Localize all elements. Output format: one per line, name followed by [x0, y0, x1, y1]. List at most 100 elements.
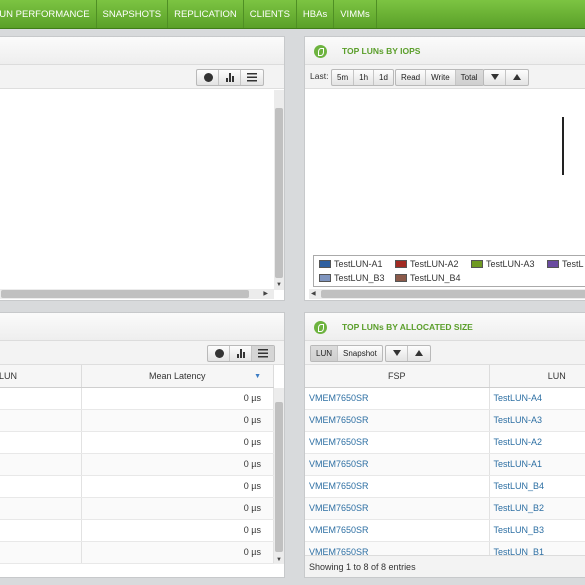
fsp-link[interactable]: VMEM7650SR — [309, 459, 369, 469]
latency-cell: 0 µs — [81, 497, 274, 520]
tab-hbas[interactable]: HBAs — [297, 0, 335, 28]
tab-clients[interactable]: CLIENTS — [244, 0, 297, 28]
fsp-link[interactable]: VMEM7650SR — [309, 393, 369, 403]
list-view-button[interactable] — [252, 346, 274, 361]
sort-desc-icon: ▼ — [254, 373, 261, 380]
tab-vimms[interactable]: VIMMs — [334, 0, 377, 28]
bar-view-button[interactable] — [230, 346, 252, 361]
top-nav: LUN PERFORMANCE SNAPSHOTS REPLICATION CL… — [0, 0, 585, 29]
latency-cell: 0 µs — [81, 453, 274, 476]
legend-item[interactable]: TestLUN-A3 — [471, 259, 535, 269]
lun-link[interactable]: TestLUN_B4 — [494, 481, 545, 491]
table-row[interactable]: 0 µs — [0, 475, 274, 498]
sort-button-group — [483, 69, 529, 86]
tab-replication[interactable]: REPLICATION — [168, 0, 244, 28]
list-icon — [258, 349, 268, 358]
fsp-link[interactable]: VMEM7650SR — [309, 415, 369, 425]
vertical-scrollbar[interactable]: ▼ — [274, 388, 284, 564]
panel-title: TOP LUNs BY IOPS — [342, 46, 421, 56]
table-row[interactable]: 0 µs — [0, 519, 274, 542]
sort-asc-button[interactable] — [506, 70, 528, 85]
table-row[interactable]: 0 µs — [0, 387, 274, 410]
tab-snapshots[interactable]: SNAPSHOTS — [97, 0, 169, 28]
table-row[interactable]: VMEM7650SR TestLUN_B3 — [305, 519, 585, 542]
horizontal-scrollbar[interactable]: ◀ — [309, 289, 585, 299]
scroll-thumb[interactable] — [275, 108, 283, 278]
latency-cell: 0 µs — [81, 519, 274, 542]
tab-lun-performance[interactable]: LUN PERFORMANCE — [0, 0, 97, 28]
metric-write-button[interactable]: Write — [426, 70, 456, 85]
scroll-thumb[interactable] — [321, 290, 585, 298]
lun-link[interactable]: TestLUN-A2 — [494, 437, 543, 447]
iops-toolbar: Last: 5m 1h 1d Read Write Total — [305, 65, 585, 89]
latency-panel: LUN Mean Latency ▼ 0 µs 0 µs 0 µs 0 µs 0 … — [0, 312, 285, 578]
sort-desc-button[interactable] — [386, 346, 408, 361]
horizontal-scrollbar[interactable]: ▶ — [0, 289, 274, 299]
panel-header — [0, 37, 284, 65]
range-1h-button[interactable]: 1h — [354, 70, 375, 85]
sort-asc-button[interactable] — [408, 346, 430, 361]
table-row[interactable]: 0 µs — [0, 431, 274, 454]
panel-header — [0, 313, 284, 341]
range-1d-button[interactable]: 1d — [374, 70, 393, 85]
pie-view-button[interactable] — [208, 346, 230, 361]
table-row[interactable]: VMEM7650SR TestLUN-A1 — [305, 453, 585, 476]
table-row[interactable]: VMEM7650SR TestLUN-A4 — [305, 387, 585, 410]
bar-view-button[interactable] — [219, 70, 241, 85]
table-row[interactable]: VMEM7650SR TestLUN-A2 — [305, 431, 585, 454]
table-row[interactable]: VMEM7650SR TestLUN_B2 — [305, 497, 585, 520]
legend-item[interactable]: TestLUN_B3 — [319, 273, 385, 283]
lun-mode-button[interactable]: LUN — [311, 346, 339, 361]
table-row[interactable]: 0 µs — [0, 409, 274, 432]
pie-view-button[interactable] — [197, 70, 219, 85]
panel-header: TOP LUNs BY IOPS — [305, 37, 585, 65]
range-5m-button[interactable]: 5m — [332, 70, 355, 85]
column-header-fsp[interactable]: FSP — [305, 365, 490, 388]
list-view-button[interactable] — [241, 70, 263, 85]
view-toggle-group — [196, 69, 264, 86]
arrow-up-icon — [415, 350, 423, 356]
table-row[interactable]: 0 µs — [0, 541, 274, 564]
arrow-down-icon — [393, 350, 401, 356]
legend-item[interactable]: TestL — [547, 259, 584, 269]
lun-link[interactable]: TestLUN_B3 — [494, 525, 545, 535]
lun-link[interactable]: TestLUN-A1 — [494, 459, 543, 469]
legend-item[interactable]: TestLUN_B4 — [395, 273, 461, 283]
lun-link[interactable]: TestLUN-A3 — [494, 415, 543, 425]
pie-chart-icon — [215, 349, 224, 358]
latency-cell: 0 µs — [81, 541, 274, 564]
legend-item[interactable]: TestLUN-A1 — [319, 259, 383, 269]
fsp-link[interactable]: VMEM7650SR — [309, 437, 369, 447]
column-header-lun[interactable]: LUN — [0, 365, 82, 388]
fsp-link[interactable]: VMEM7650SR — [309, 503, 369, 513]
lun-link[interactable]: TestLUN-A4 — [494, 393, 543, 403]
arrow-down-icon — [491, 74, 499, 80]
scroll-down-arrow[interactable]: ▼ — [276, 557, 282, 563]
chart-legend: TestLUN-A1 TestLUN-A2 TestLUN-A3 TestL T… — [313, 255, 585, 287]
column-header-lun[interactable]: LUN — [489, 365, 585, 388]
fsp-link[interactable]: VMEM7650SR — [309, 525, 369, 535]
table-row[interactable]: VMEM7650SR TestLUN-A3 — [305, 409, 585, 432]
table-row[interactable]: 0 µs — [0, 453, 274, 476]
left-chart-panel: ▼ ▶ — [0, 36, 285, 301]
metric-total-button[interactable]: Total — [455, 70, 483, 85]
scroll-thumb[interactable] — [275, 402, 283, 552]
fsp-link[interactable]: VMEM7650SR — [309, 481, 369, 491]
table-row[interactable]: VMEM7650SR TestLUN_B4 — [305, 475, 585, 498]
scroll-right-arrow[interactable]: ▶ — [263, 290, 268, 297]
lun-link[interactable]: TestLUN_B2 — [494, 503, 545, 513]
table-row[interactable]: 0 µs — [0, 497, 274, 520]
sort-button-group — [385, 345, 431, 362]
legend-item[interactable]: TestLUN-A2 — [395, 259, 459, 269]
arrow-up-icon — [513, 74, 521, 80]
allocated-size-panel: TOP LUNs BY ALLOCATED SIZE LUN Snapshot … — [304, 312, 585, 578]
scroll-left-arrow[interactable]: ◀ — [311, 290, 316, 297]
scroll-thumb[interactable] — [1, 290, 249, 298]
vertical-scrollbar[interactable]: ▼ — [274, 90, 284, 290]
scroll-down-arrow[interactable]: ▼ — [276, 282, 282, 288]
sort-desc-button[interactable] — [484, 70, 506, 85]
pie-chart-icon — [204, 73, 213, 82]
snapshot-mode-button[interactable]: Snapshot — [338, 346, 382, 361]
column-header-mean-latency[interactable]: Mean Latency ▼ — [81, 365, 274, 388]
metric-read-button[interactable]: Read — [396, 70, 427, 85]
